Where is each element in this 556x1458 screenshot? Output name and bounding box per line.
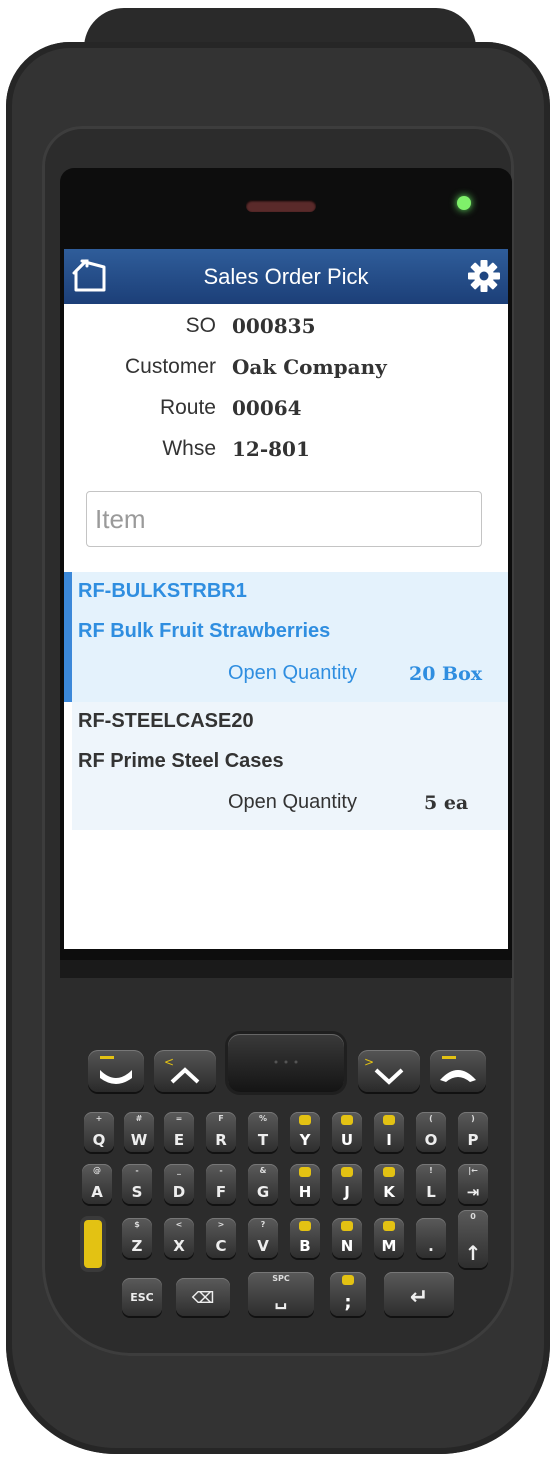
dots-icon: [274, 1060, 298, 1064]
key-z[interactable]: $ Z: [122, 1218, 152, 1258]
selection-indicator: [64, 572, 72, 702]
key-a[interactable]: @ A: [82, 1164, 112, 1204]
open-quantity-value: 5 ea: [424, 792, 469, 814]
key-period[interactable]: .: [416, 1218, 446, 1258]
gear-icon: [468, 260, 500, 292]
end-call-key[interactable]: [430, 1050, 486, 1092]
pick-line-item[interactable]: RF-BULKSTRBR1 RF Bulk Fruit Strawberries…: [64, 572, 508, 702]
pick-line-item[interactable]: RF-STEELCASE20 RF Prime Steel Cases Open…: [72, 702, 508, 830]
key-tab[interactable]: |← ⇥: [458, 1164, 488, 1204]
key-t[interactable]: % T: [248, 1112, 278, 1152]
route-label: Route: [159, 396, 216, 419]
key-esc[interactable]: ESC: [122, 1278, 162, 1316]
key-n[interactable]: N: [332, 1218, 362, 1258]
scroll-up-key[interactable]: <: [154, 1050, 216, 1092]
so-row: SO 000835: [64, 308, 508, 344]
item-code: RF-BULKSTRBR1: [78, 580, 247, 602]
key-p[interactable]: ) P: [458, 1112, 488, 1152]
scan-trigger-key[interactable]: [228, 1034, 344, 1092]
key-e[interactable]: = E: [164, 1112, 194, 1152]
key-w[interactable]: # W: [124, 1112, 154, 1152]
key-j[interactable]: J: [332, 1164, 362, 1204]
key-enter[interactable]: ↵: [384, 1272, 454, 1316]
so-value: 000835: [232, 314, 316, 338]
key-shift[interactable]: 0 ↑: [458, 1210, 488, 1268]
key-semicolon[interactable]: ;: [330, 1272, 366, 1316]
title-bar: Sales Order Pick: [64, 249, 508, 304]
key-k[interactable]: K: [374, 1164, 404, 1204]
open-quantity-value: 20 Box: [409, 663, 483, 685]
key-f[interactable]: -F: [206, 1164, 236, 1204]
key-b[interactable]: B: [290, 1218, 320, 1258]
scroll-down-key[interactable]: >: [358, 1050, 420, 1092]
key-x[interactable]: < X: [164, 1218, 194, 1258]
key-backspace[interactable]: ⌫: [176, 1278, 230, 1316]
app-screen: Sales Order Pick SO 000835 Customer Oak …: [64, 249, 508, 949]
key-i[interactable]: I: [374, 1112, 404, 1152]
item-description: RF Bulk Fruit Strawberries: [78, 620, 331, 642]
screen-lower-trim: [60, 960, 512, 978]
customer-row: Customer Oak Company: [64, 349, 508, 385]
chevron-up-icon: <: [164, 1055, 200, 1084]
customer-label: Customer: [124, 355, 216, 378]
key-s[interactable]: -S: [122, 1164, 152, 1204]
open-quantity-label: Open Quantity: [228, 791, 357, 813]
item-description: RF Prime Steel Cases: [78, 750, 284, 772]
key-h[interactable]: H: [290, 1164, 320, 1204]
item-code: RF-STEELCASE20: [78, 710, 254, 732]
whse-row: Whse 12-801: [64, 431, 508, 467]
customer-value: Oak Company: [232, 355, 387, 379]
key-o[interactable]: (O: [416, 1112, 446, 1152]
chevron-down-icon: >: [364, 1055, 404, 1085]
key-y[interactable]: Y: [290, 1112, 320, 1152]
page-title: Sales Order Pick: [203, 264, 369, 289]
key-v[interactable]: ? V: [248, 1218, 278, 1258]
key-q[interactable]: + Q: [84, 1112, 114, 1152]
whse-label: Whse: [162, 437, 216, 460]
route-value: 00064: [232, 396, 302, 420]
key-r[interactable]: FR: [206, 1112, 236, 1152]
phone-answer-icon: [100, 1056, 132, 1084]
back-icon: [72, 259, 106, 292]
back-button[interactable]: [68, 257, 112, 297]
so-label: SO: [185, 314, 216, 337]
call-key[interactable]: [88, 1050, 144, 1092]
whse-value: 12-801: [232, 437, 310, 461]
key-u[interactable]: U: [332, 1112, 362, 1152]
key-d[interactable]: _ D: [164, 1164, 194, 1204]
settings-button[interactable]: [466, 258, 502, 294]
route-row: Route 00064: [64, 390, 508, 426]
key-l[interactable]: ! L: [416, 1164, 446, 1204]
function-key[interactable]: [84, 1220, 102, 1268]
key-space[interactable]: SPC ␣: [248, 1272, 314, 1316]
status-led: [457, 196, 471, 210]
key-g[interactable]: & G: [248, 1164, 278, 1204]
key-c[interactable]: > C: [206, 1218, 236, 1258]
speaker-grille: [246, 200, 316, 212]
phone-hangup-icon: [440, 1056, 476, 1082]
svg-text:<: <: [164, 1055, 174, 1069]
item-input[interactable]: [86, 491, 482, 547]
key-m[interactable]: M: [374, 1218, 404, 1258]
svg-text:>: >: [364, 1055, 374, 1069]
open-quantity-label: Open Quantity: [228, 662, 357, 684]
